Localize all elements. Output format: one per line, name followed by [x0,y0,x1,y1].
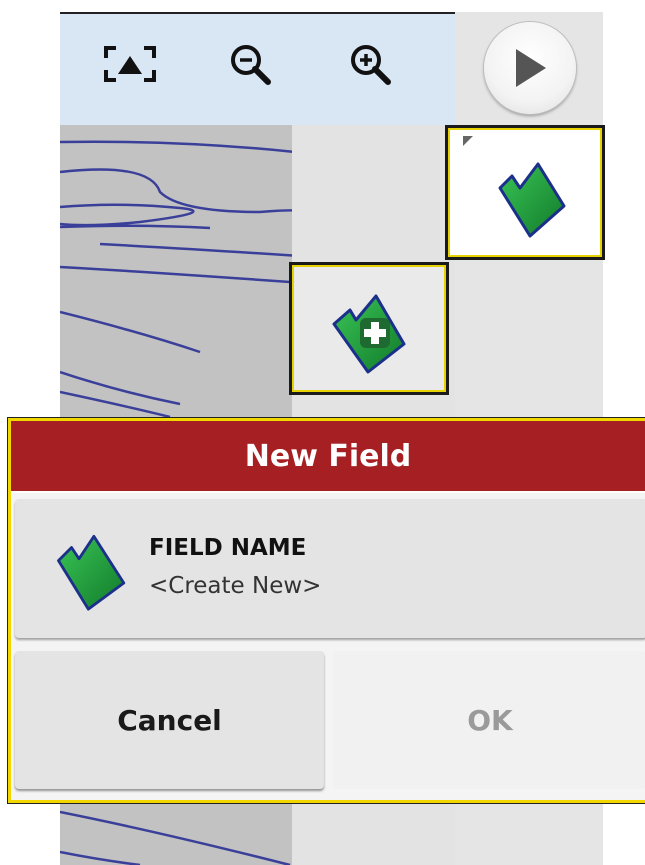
recenter-icon[interactable] [100,34,160,94]
new-field-dialog: New Field FIELD NAME <Create New> Cancel… [8,418,645,803]
field-name-selector[interactable]: FIELD NAME <Create New> [15,499,645,638]
play-button[interactable] [484,22,576,114]
cancel-button[interactable]: Cancel [15,651,324,789]
ok-button[interactable]: OK [333,651,645,789]
field-name-value: <Create New> [149,573,322,599]
add-field-tile[interactable] [289,262,449,395]
corner-indicator [463,136,473,146]
field-name-label: FIELD NAME [149,535,307,561]
zoom-out-icon[interactable] [220,34,280,94]
field-icon [498,162,566,237]
dialog-title: New Field [11,421,645,493]
field-icon [57,534,126,611]
zoom-in-icon[interactable] [340,34,400,94]
play-icon [516,49,546,87]
map-toolbar [60,12,455,125]
field-tile[interactable] [445,125,605,260]
add-field-icon [332,294,406,373]
